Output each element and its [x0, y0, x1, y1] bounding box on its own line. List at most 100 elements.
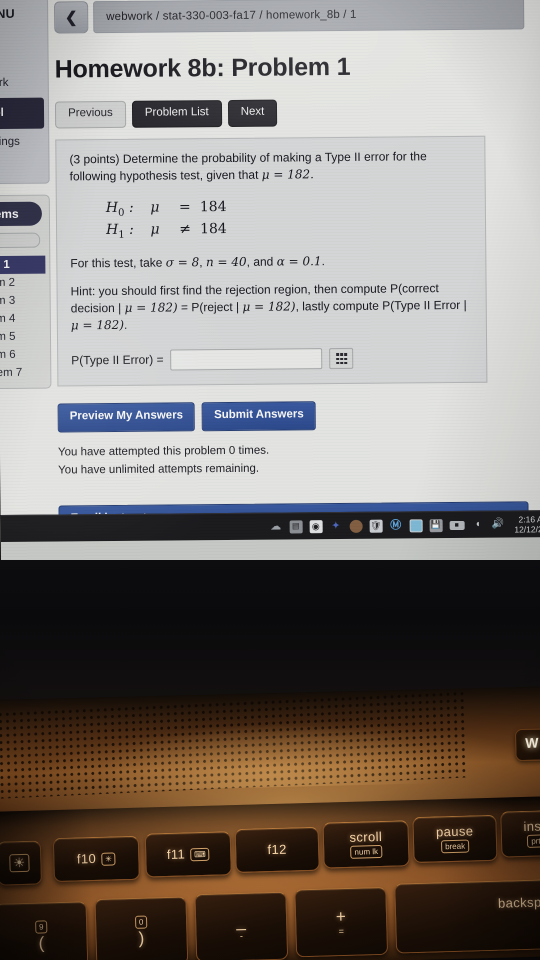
key-numlk-label: num lk [350, 844, 383, 859]
key-backspace-label: backspace [497, 894, 540, 912]
sidebar: MENU s ork ework robl Settings s blems l… [0, 0, 53, 538]
bluetooth-icon[interactable]: Ⓜ [389, 519, 402, 532]
chevron-left-icon: ❮ [64, 9, 78, 27]
sidebar-problem-4[interactable]: blem 4 [0, 310, 46, 329]
hint-mu-2: μ = 182) [242, 299, 296, 315]
key-brightness[interactable]: ☀ [0, 840, 43, 886]
problem-hint: Hint: you should first find the rejectio… [71, 280, 473, 335]
bluetooth-cluster-icon[interactable]: ✦ [329, 519, 342, 532]
key-f11[interactable]: f11 ⌨ [144, 831, 232, 878]
hypothesis-null-value: 184 [199, 198, 227, 215]
parameter-n: n = 40 [205, 254, 247, 270]
breadcrumb[interactable]: webwork / stat-330-003-fa17 / homework_8… [93, 0, 525, 34]
battery-icon[interactable]: ■ [449, 520, 465, 530]
key-equals-plus[interactable]: + = [294, 886, 389, 958]
key-break-label: break [440, 839, 470, 854]
key-9-label: 9 [34, 920, 48, 934]
answer-label: P(Type II Error) = [71, 352, 164, 368]
sidebar-problems-panel: blems lem 1 olem 2 olem 3 blem 4 blem 5 … [0, 194, 52, 390]
sidebar-search-input[interactable] [0, 232, 41, 249]
sidebar-problem-2[interactable]: olem 2 [0, 274, 46, 293]
key-backspace[interactable]: backspace ← [394, 878, 540, 954]
key-pause-break[interactable]: pause break [412, 814, 498, 864]
sun-icon: ☀ [9, 853, 30, 873]
back-button[interactable]: ❮ [54, 1, 89, 34]
key-underscore-label: _ [235, 911, 247, 931]
parameters-prefix: For this test, take [70, 255, 163, 271]
key-plus-label: + [335, 906, 347, 927]
brown-circle-icon[interactable] [349, 519, 363, 533]
volume-icon[interactable]: 🔊 [491, 518, 504, 531]
sidebar-item-3-active[interactable]: robl [0, 97, 45, 130]
screen-bezel [0, 560, 540, 710]
hypothesis-null: H0 : μ = 184 [106, 194, 472, 220]
answer-input[interactable] [170, 348, 323, 371]
key-paren-close-label: ) [138, 928, 145, 948]
sidebar-item-1[interactable]: ork [0, 49, 48, 73]
previous-button[interactable]: Previous [54, 100, 126, 128]
taskbar-clock[interactable]: 2:16 A 12/12/2 [511, 514, 540, 534]
parameter-alpha: α = 0.1 [276, 254, 322, 269]
attempts-info: You have attempted this problem 0 times.… [58, 440, 528, 480]
keyboard-backlight-icon: ⌨ [189, 847, 210, 861]
hypothesis-alt-operator: ≠ [179, 221, 191, 238]
windows-taskbar: ☁ ▤ ◉ ✦ 🛡 Ⓜ 💾 ■ ◖ 🔊 2:16 A 12/12/2 [0, 510, 540, 542]
next-button[interactable]: Next [227, 99, 278, 127]
power-button-label: W [525, 734, 539, 751]
hint-part-f: . [123, 318, 128, 333]
preview-my-answers-button[interactable]: Preview My Answers [57, 402, 196, 433]
disc-drive-icon[interactable]: ◉ [309, 519, 323, 533]
keypad-button[interactable] [329, 348, 354, 370]
problem-parameters: For this test, take σ = 8, n = 40, and α… [70, 254, 325, 271]
hypotheses-block: H0 : μ = 184 H1 : μ ≠ 184 [106, 194, 472, 243]
submit-answers-button[interactable]: Submit Answers [201, 401, 316, 431]
laptop-screen: MENU s ork ework robl Settings s blems l… [0, 0, 540, 566]
keyboard-deck: ☀ f10 ✳ f11 ⌨ f12 scroll num lk pause br… [0, 795, 540, 960]
hypothesis-null-operator: = [178, 198, 191, 215]
sidebar-problem-7[interactable]: oblem 7 [0, 364, 46, 383]
parameters-mid: , and [246, 254, 274, 269]
problem-nav: Previous Problem List Next [54, 97, 525, 128]
sidebar-item-5[interactable]: s [0, 154, 49, 178]
problem-list-button[interactable]: Problem List [131, 100, 222, 128]
problem-statement: (3 points) Determine the probability of … [69, 147, 471, 185]
key-f10-label: f10 [76, 851, 97, 867]
hypothesis-alt-param: μ [150, 221, 160, 239]
key-f11-label: f11 [166, 846, 186, 863]
sidebar-problem-1[interactable]: lem 1 [0, 255, 46, 275]
key-pause-label: pause [435, 823, 474, 840]
hypothesis-null-label: H0 : [105, 199, 134, 219]
save-icon[interactable]: 💾 [429, 518, 443, 532]
key-minus-label: - [239, 930, 244, 941]
sidebar-item-2[interactable]: ework [0, 72, 48, 96]
key-minus-underscore[interactable]: _ - [194, 891, 289, 960]
sidebar-item-0[interactable]: s [0, 26, 47, 50]
sidebar-problem-3[interactable]: olem 3 [0, 292, 46, 311]
key-insert-label: insert [523, 818, 540, 835]
key-insert-prtsc[interactable]: insert prt sc [500, 809, 540, 858]
problem-statement-box: (3 points) Determine the probability of … [55, 135, 488, 387]
sidebar-menu-title: MENU [0, 6, 15, 22]
sidebar-item-4[interactable]: Settings [0, 130, 48, 154]
cloud-icon[interactable]: ☁ [269, 520, 282, 533]
key-f12-label: f12 [267, 841, 288, 858]
sidebar-problem-6[interactable]: blem 6 [0, 346, 46, 365]
key-f10[interactable]: f10 ✳ [52, 835, 140, 883]
hypothesis-alt-label: H1 : [105, 222, 134, 242]
breadcrumb-bar: ❮ webwork / stat-330-003-fa17 / homework… [54, 0, 525, 34]
power-button[interactable]: W [514, 727, 540, 762]
key-9-paren-open[interactable]: 9 ( [0, 901, 89, 960]
attempts-line-2: You have unlimited attempts remaining. [58, 462, 260, 477]
snowflake-icon: ✳ [100, 851, 117, 866]
wifi-icon[interactable]: ◖ [471, 518, 484, 531]
key-0-paren-close[interactable]: 0 ) [94, 896, 189, 960]
key-f12[interactable]: f12 [234, 826, 320, 874]
sidebar-problem-5[interactable]: blem 5 [0, 328, 46, 347]
key-0-label: 0 [134, 915, 148, 929]
display-icon[interactable] [409, 518, 423, 532]
box-icon[interactable]: ▤ [289, 519, 303, 533]
shield-icon[interactable]: 🛡 [369, 519, 383, 533]
sidebar-problems-header: blems [0, 201, 43, 227]
answer-row: P(Type II Error) = [71, 347, 473, 372]
key-scroll-lock[interactable]: scroll num lk [322, 820, 410, 869]
